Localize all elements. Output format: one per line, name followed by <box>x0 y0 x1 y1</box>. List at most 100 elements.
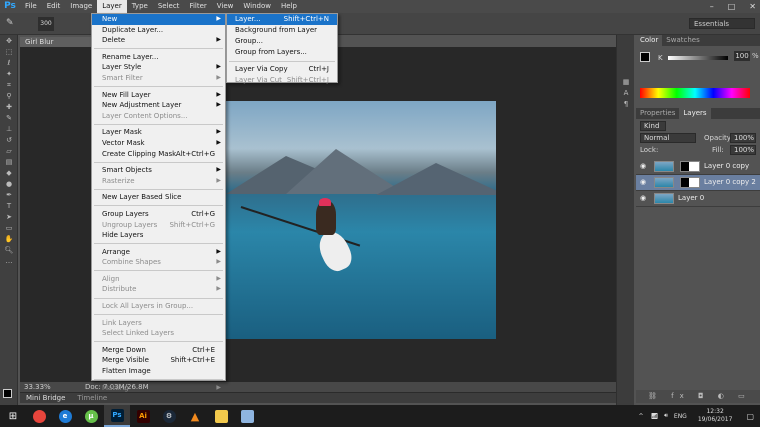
menu-item-arrange[interactable]: Arrange ▶ <box>92 247 225 258</box>
menu-help[interactable]: Help <box>276 0 302 13</box>
menu-item-group-layers[interactable]: Group Layers Ctrl+G <box>92 209 225 220</box>
maximize-icon[interactable]: □ <box>728 0 736 13</box>
submenu-item-group[interactable]: Group... <box>227 36 337 47</box>
layer-row[interactable]: ◉ Layer 0 <box>636 191 760 207</box>
menu-item-merge-visible[interactable]: Merge Visible Shift+Ctrl+E <box>92 355 225 366</box>
brush-tool-icon[interactable]: ✎ <box>2 113 16 123</box>
workspace-select[interactable]: Essentials <box>689 18 755 29</box>
dodge-tool-icon[interactable]: ● <box>2 179 16 189</box>
lasso-tool-icon[interactable]: ℓ <box>2 58 16 68</box>
volume-icon[interactable]: 🔊︎ <box>664 412 668 420</box>
more-tools-icon[interactable]: … <box>2 256 16 266</box>
menu-item-new-adjustment-layer[interactable]: New Adjustment Layer ▶ <box>92 100 225 111</box>
tab-mini-bridge[interactable]: Mini Bridge <box>20 393 71 403</box>
menu-view[interactable]: View <box>212 0 239 13</box>
taskbar-app-edge[interactable]: e <box>52 405 78 427</box>
history-brush-icon[interactable]: ↺ <box>2 135 16 145</box>
path-select-tool-icon[interactable]: ➤ <box>2 212 16 222</box>
marquee-tool-icon[interactable]: ⬚ <box>2 47 16 57</box>
menu-image[interactable]: Image <box>65 0 97 13</box>
k-value-field[interactable]: 100 <box>734 51 750 61</box>
menu-item-layer-style[interactable]: Layer Style ▶ <box>92 62 225 73</box>
gradient-tool-icon[interactable]: ▤ <box>2 157 16 167</box>
foreground-color-swatch[interactable] <box>3 389 12 398</box>
taskbar-app-photoshop[interactable]: Ps <box>104 405 130 427</box>
menu-item-new-fill-layer[interactable]: New Fill Layer ▶ <box>92 90 225 101</box>
tab-timeline[interactable]: Timeline <box>71 393 113 403</box>
taskbar-app-chrome[interactable] <box>26 405 52 427</box>
blur-tool-icon[interactable]: ◆ <box>2 168 16 178</box>
folder-icon[interactable]: ▭ <box>738 392 751 400</box>
zoom-tool-icon[interactable]: 🔍︎ <box>2 245 16 255</box>
menu-file[interactable]: File <box>20 0 42 13</box>
layer-filter-select[interactable]: Kind <box>640 121 666 131</box>
move-tool-icon[interactable]: ✥ <box>2 36 16 46</box>
menu-item-hide-layers[interactable]: Hide Layers <box>92 230 225 241</box>
language-indicator[interactable]: ENG <box>674 413 687 420</box>
menu-item-delete[interactable]: Delete ▶ <box>92 35 225 46</box>
clock[interactable]: 12:32 19/06/2017 <box>698 408 733 424</box>
taskbar-app-vlc[interactable]: ▲ <box>182 405 208 427</box>
healing-tool-icon[interactable]: ✚ <box>2 102 16 112</box>
crop-tool-icon[interactable]: ⌗ <box>2 80 16 90</box>
tab-properties[interactable]: Properties <box>636 108 679 119</box>
color-spectrum[interactable] <box>640 88 750 98</box>
network-icon[interactable]: 📶︎ <box>651 413 659 420</box>
pen-tool-icon[interactable]: ✒ <box>2 190 16 200</box>
tab-color[interactable]: Color <box>636 35 663 46</box>
submenu-item-group-from-layers[interactable]: Group from Layers... <box>227 47 337 58</box>
tab-layers[interactable]: Layers <box>679 108 711 119</box>
menu-item-smart-objects[interactable]: Smart Objects ▶ <box>92 165 225 176</box>
shape-tool-icon[interactable]: ▭ <box>2 223 16 233</box>
character-panel-icon[interactable]: A <box>619 88 633 98</box>
submenu-item-layer[interactable]: Layer... Shift+Ctrl+N <box>227 14 337 25</box>
menu-item-merge-down[interactable]: Merge Down Ctrl+E <box>92 345 225 356</box>
close-icon[interactable]: ✕ <box>749 0 756 13</box>
menu-window[interactable]: Window <box>238 0 276 13</box>
tab-swatches[interactable]: Swatches <box>662 35 703 46</box>
menu-filter[interactable]: Filter <box>184 0 211 13</box>
visibility-eye-icon[interactable]: ◉ <box>640 162 648 170</box>
brush-tool-icon[interactable]: ✎ <box>6 18 14 28</box>
layer-row[interactable]: ◉ Layer 0 copy 2 <box>636 175 760 191</box>
notifications-icon[interactable]: ▢ <box>746 412 754 421</box>
menu-select[interactable]: Select <box>153 0 185 13</box>
link-layers-icon[interactable]: ⛓ <box>648 392 663 400</box>
blend-mode-select[interactable]: Normal <box>640 133 696 143</box>
type-tool-icon[interactable]: T <box>2 201 16 211</box>
taskbar-app-illustrator[interactable]: Ai <box>130 405 156 427</box>
canvas-image[interactable] <box>226 101 496 339</box>
menu-item-duplicate-layer[interactable]: Duplicate Layer... <box>92 25 225 36</box>
eraser-tool-icon[interactable]: ▱ <box>2 146 16 156</box>
menu-layer[interactable]: Layer <box>97 0 127 13</box>
layer-mask-thumbnail[interactable] <box>680 177 700 188</box>
fx-icon[interactable]: fx <box>671 392 690 400</box>
layer-row[interactable]: ◉ Layer 0 copy <box>636 159 760 175</box>
history-panel-icon[interactable]: ▦ <box>619 77 633 87</box>
document-tab[interactable]: Girl Blur Tutorial.psd <box>20 37 92 56</box>
menu-item-rename-layer[interactable]: Rename Layer... <box>92 52 225 63</box>
quick-select-tool-icon[interactable]: ✦ <box>2 69 16 79</box>
opacity-field[interactable]: 100% <box>730 133 756 143</box>
visibility-eye-icon[interactable]: ◉ <box>640 194 648 202</box>
menu-item-new[interactable]: New ▶ <box>92 14 225 25</box>
menu-type[interactable]: Type <box>127 0 153 13</box>
hand-tool-icon[interactable]: ✋ <box>2 234 16 244</box>
submenu-item-layer-via-copy[interactable]: Layer Via Copy Ctrl+J <box>227 64 337 75</box>
menu-item-flatten-image[interactable]: Flatten Image <box>92 366 225 377</box>
taskbar-app-explorer[interactable] <box>208 405 234 427</box>
taskbar-app-steam[interactable]: ⚙ <box>156 405 182 427</box>
zoom-level[interactable]: 33.33% <box>24 383 51 391</box>
paragraph-panel-icon[interactable]: ¶ <box>619 99 633 109</box>
color-foreground-swatch[interactable] <box>640 52 650 62</box>
chevron-up-icon[interactable]: ^ <box>638 413 643 420</box>
visibility-eye-icon[interactable]: ◉ <box>640 178 648 186</box>
adjustment-icon[interactable]: ◐ <box>718 392 730 400</box>
start-button[interactable]: ⊞ <box>0 405 26 427</box>
menu-item-vector-mask[interactable]: Vector Mask ▶ <box>92 138 225 149</box>
brush-size-field[interactable]: 300 <box>38 17 54 31</box>
taskbar-app-utorrent[interactable]: µ <box>78 405 104 427</box>
menu-edit[interactable]: Edit <box>42 0 66 13</box>
fill-field[interactable]: 100% <box>730 145 756 155</box>
k-slider[interactable] <box>668 56 728 60</box>
